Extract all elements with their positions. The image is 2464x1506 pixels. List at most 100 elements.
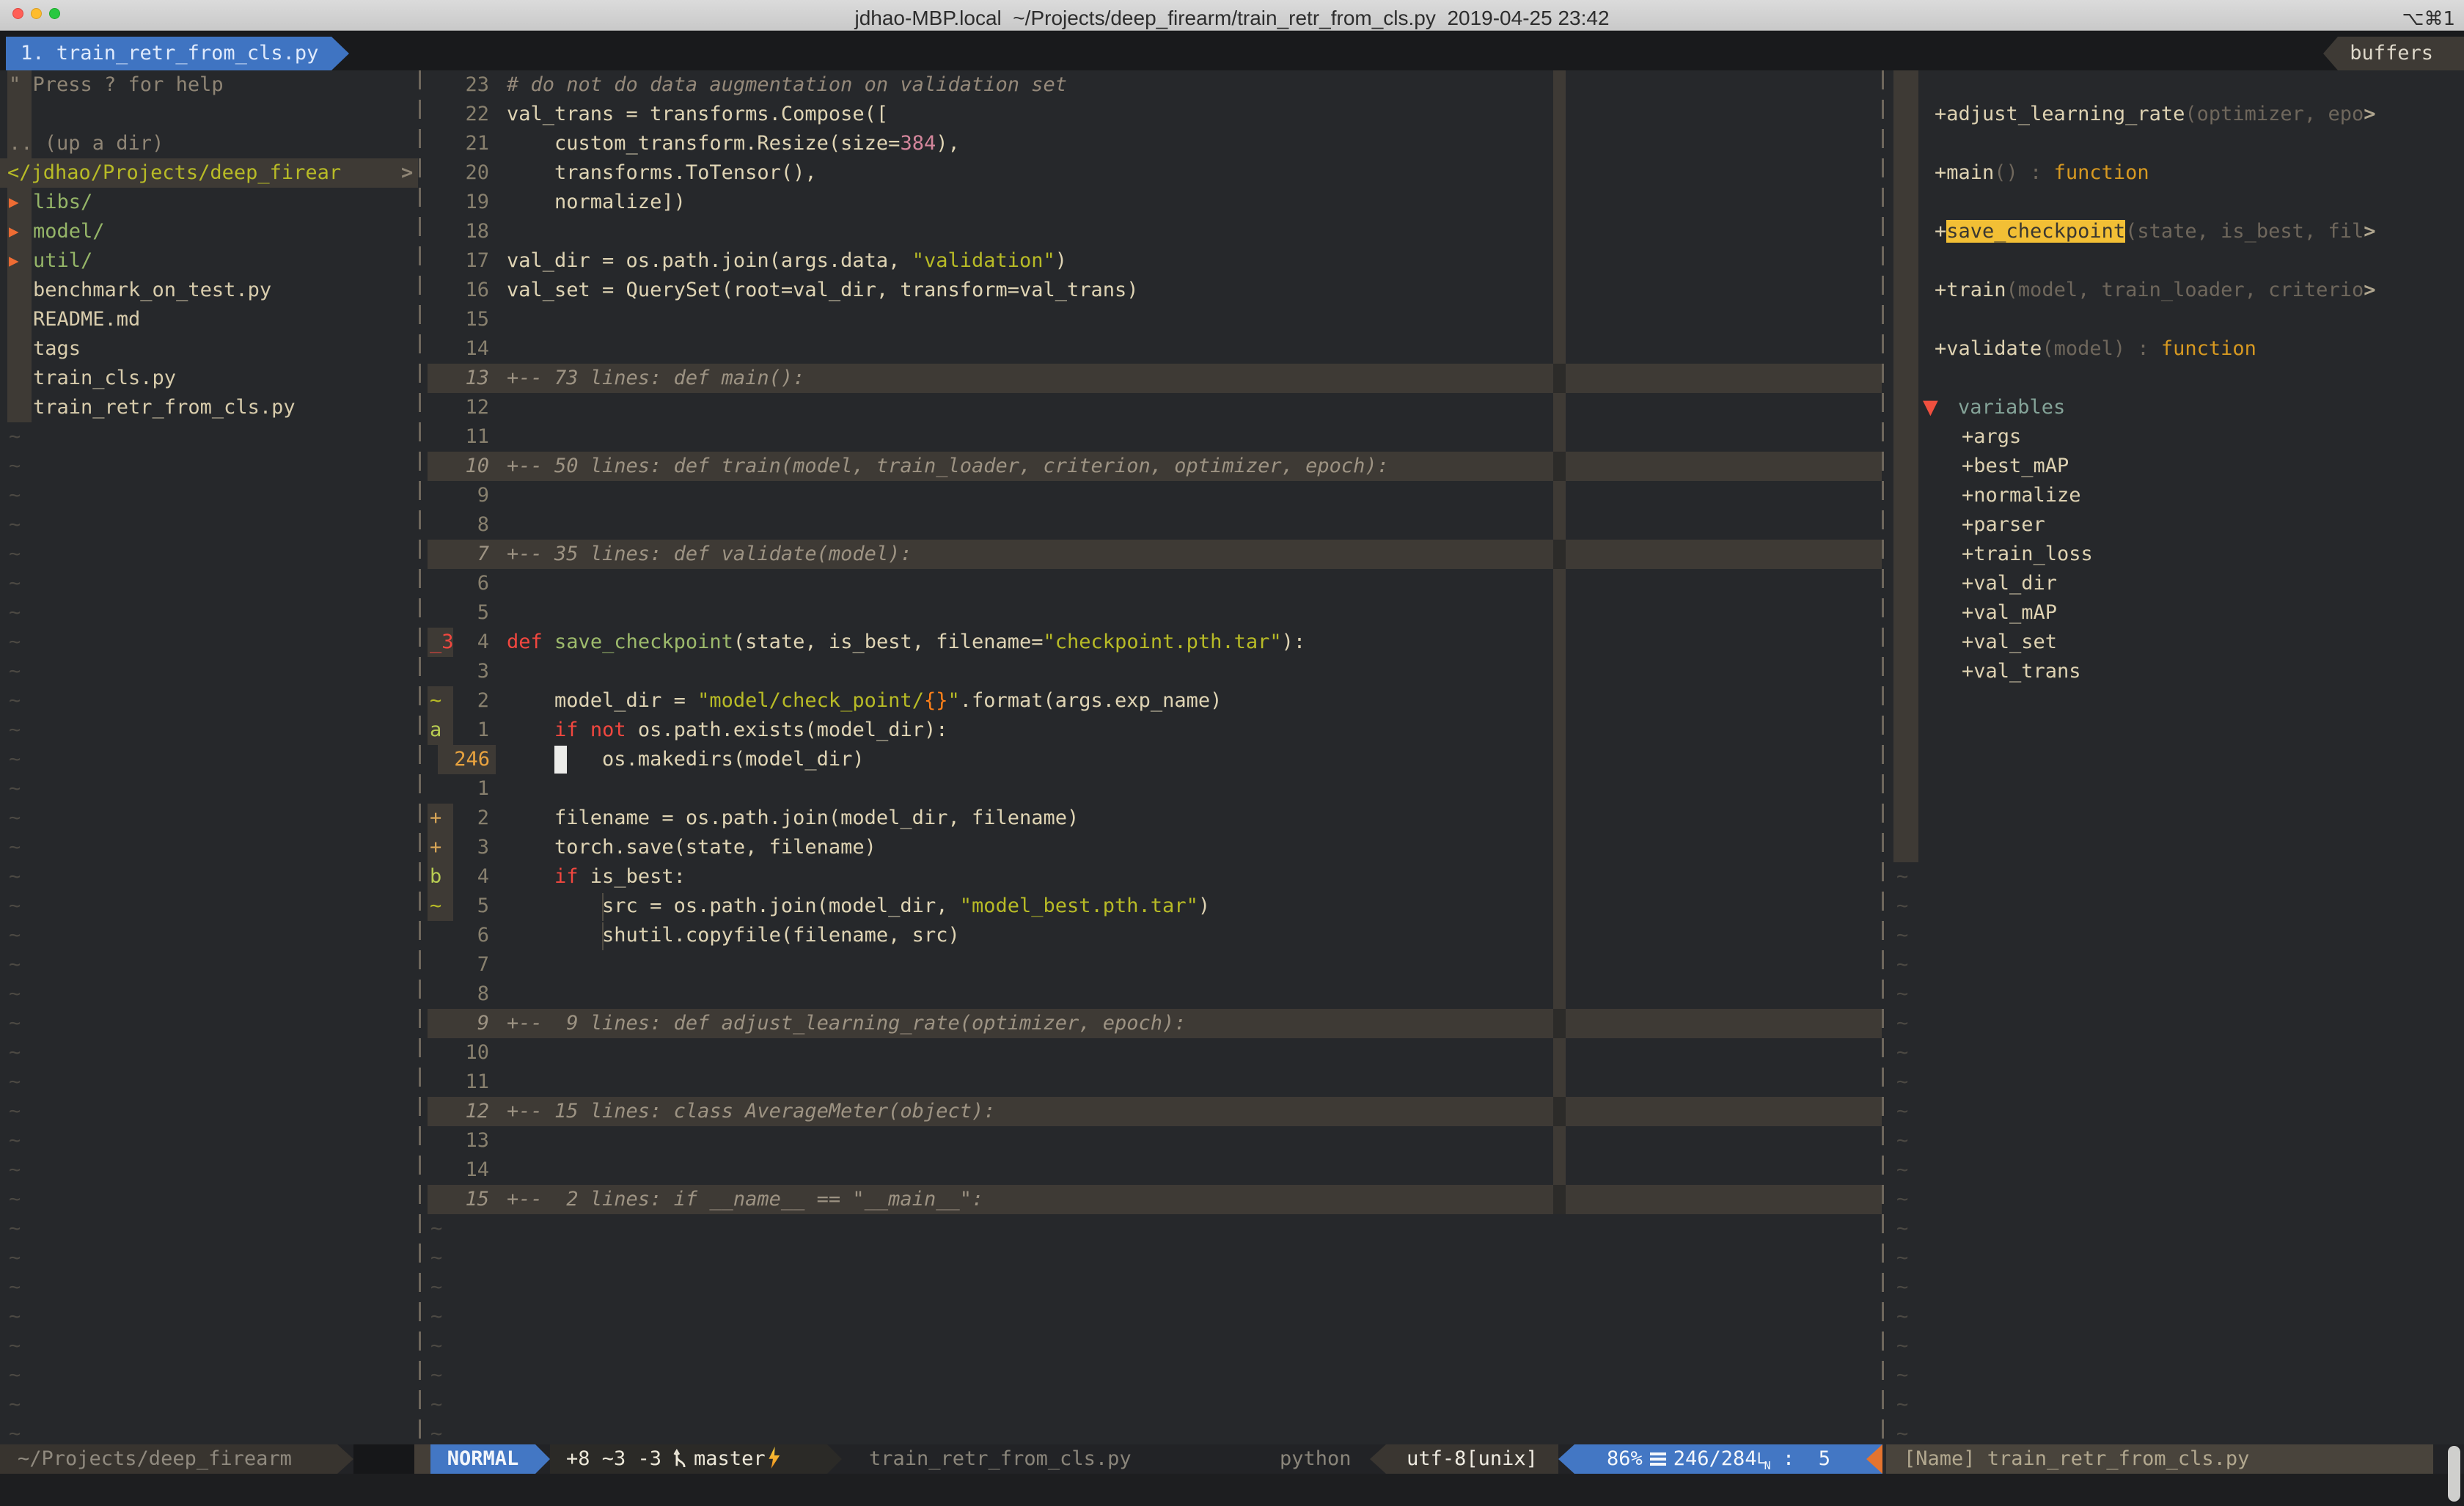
nerdtree-status-path: ~/Projects/deep_firearm [0, 1444, 337, 1474]
code-line[interactable]: 20 transforms.ToTensor(), [428, 158, 1882, 188]
dirty-flag-icon [767, 1447, 782, 1469]
editor-pane[interactable]: 23# do not do data augmentation on valid… [428, 70, 1882, 1444]
code-line[interactable]: 8 [428, 510, 1882, 540]
code-line[interactable]: 18 [428, 217, 1882, 246]
code-text: normalize]) [507, 188, 686, 217]
tagbar-blank-line [1891, 246, 2464, 276]
code-line[interactable]: ~5 src = os.path.join(model_dir, "model_… [428, 892, 1882, 921]
empty-line-marker: ~ [0, 540, 418, 569]
tagbar-variable-item[interactable]: +val_dir [1891, 569, 2464, 598]
code-line[interactable]: 13 [428, 1126, 1882, 1156]
chevron-right-icon[interactable]: ▸ [9, 246, 19, 276]
vim-command-line [0, 1474, 2464, 1506]
tilde-icon: ~ [430, 1244, 442, 1273]
folded-code-line[interactable]: 9+-- 9 lines: def adjust_learning_rate(o… [428, 1009, 1882, 1038]
tagbar-variable-item[interactable]: +normalize [1891, 481, 2464, 510]
fold-open-triangle-icon[interactable]: ▼ [1923, 393, 1938, 422]
code-line[interactable]: 3 [428, 657, 1882, 686]
tagbar-variable-item[interactable]: +parser [1891, 510, 2464, 540]
tree-item-root[interactable]: </jdhao/Projects/deep_firear> [0, 158, 418, 188]
window-separator-left[interactable] [419, 70, 421, 1444]
tagbar-function-item[interactable]: +adjust_learning_rate(optimizer, epo> [1891, 100, 2464, 129]
code-line[interactable]: +3 torch.save(state, filename) [428, 833, 1882, 862]
code-line[interactable]: 15 [428, 305, 1882, 334]
code-line[interactable]: 6 [428, 569, 1882, 598]
code-line[interactable]: 8 [428, 980, 1882, 1009]
code-line[interactable]: +2 filename = os.path.join(model_dir, fi… [428, 804, 1882, 833]
powerline-arrow-icon [535, 1444, 550, 1474]
folded-code-line[interactable]: 7+-- 35 lines: def validate(model): [428, 540, 1882, 569]
chevron-right-icon[interactable]: ▸ [9, 217, 19, 246]
tree-item-dir[interactable]: ▸ util/ [0, 246, 418, 276]
line-number: 8 [441, 980, 489, 1009]
tilde-icon: ~ [1896, 1009, 1908, 1038]
scrollbar-thumb[interactable] [2448, 1446, 2460, 1502]
tree-root-path: </jdhao/Projects/deep_firear [7, 158, 341, 188]
tagbar-variable-item[interactable]: +val_trans [1891, 657, 2464, 686]
tagbar-function-item[interactable]: +save_checkpoint(state, is_best, fil> [1891, 217, 2464, 246]
tagbar-variable-item[interactable]: +best_mAP [1891, 452, 2464, 481]
code-line[interactable]: 11 [428, 1068, 1882, 1097]
line-number: 10 [441, 452, 489, 481]
tree-item-file[interactable]: train_retr_from_cls.py [0, 393, 418, 422]
tree-dir-label: util/ [33, 246, 92, 276]
tree-item-file[interactable]: README.md [0, 305, 418, 334]
tilde-icon: ~ [430, 1419, 442, 1444]
folded-code-line[interactable]: 10+-- 50 lines: def train(model, train_l… [428, 452, 1882, 481]
empty-line-marker: ~ [0, 1038, 418, 1068]
tilde-icon: ~ [9, 774, 21, 804]
code-line[interactable]: 11 [428, 422, 1882, 452]
tree-item-file[interactable]: train_cls.py [0, 364, 418, 393]
code-line[interactable]: 14 [428, 1156, 1882, 1185]
tagbar-function-item[interactable]: +validate(model) : function [1891, 334, 2464, 364]
folded-code-line[interactable]: 15+-- 2 lines: if __name__ == "__main__"… [428, 1185, 1882, 1214]
code-text: +-- 9 lines: def adjust_learning_rate(op… [507, 1009, 1187, 1038]
tagbar-variable-item[interactable]: +val_mAP [1891, 598, 2464, 628]
code-line[interactable]: 10 [428, 1038, 1882, 1068]
tagbar-variable-item[interactable]: +val_set [1891, 628, 2464, 657]
tagbar-variable-item[interactable]: +args [1891, 422, 2464, 452]
code-line[interactable]: 7 [428, 950, 1882, 980]
code-line[interactable]: 21 custom_transform.Resize(size=384), [428, 129, 1882, 158]
code-line[interactable]: 12 [428, 393, 1882, 422]
code-line[interactable]: 6 shutil.copyfile(filename, src) [428, 921, 1882, 950]
empty-line-marker: ~ [1891, 1214, 2464, 1244]
code-line[interactable]: 14 [428, 334, 1882, 364]
code-line[interactable]: 22val_trans = transforms.Compose([ [428, 100, 1882, 129]
empty-line-marker: ~ [1891, 1156, 2464, 1185]
tree-item-file[interactable]: tags [0, 334, 418, 364]
tilde-icon: ~ [9, 1390, 21, 1419]
tagbar-function-item[interactable]: +main() : function [1891, 158, 2464, 188]
tree-item-up[interactable]: .. (up a dir) [0, 129, 418, 158]
nerdtree-pane[interactable]: " Press ? for help.. (up a dir)</jdhao/P… [0, 70, 418, 1444]
code-line[interactable]: 246 os.makedirs(model_dir) [428, 745, 1882, 774]
chevron-right-icon[interactable]: ▸ [9, 188, 19, 217]
tagbar-kind-header[interactable]: ▼variables [1891, 393, 2464, 422]
code-line[interactable]: _34def save_checkpoint(state, is_best, f… [428, 628, 1882, 657]
tagbar-function-item[interactable]: +train(model, train_loader, criterio> [1891, 276, 2464, 305]
code-line[interactable]: 17val_dir = os.path.join(args.data, "val… [428, 246, 1882, 276]
code-line[interactable]: 9 [428, 481, 1882, 510]
folded-code-line[interactable]: 12+-- 15 lines: class AverageMeter(objec… [428, 1097, 1882, 1126]
buffers-label[interactable]: buffers [2338, 37, 2464, 70]
window-separator-right[interactable] [1882, 70, 1884, 1444]
tree-item-dir[interactable]: ▸libs/ [0, 188, 418, 217]
tagbar-pane[interactable]: +adjust_learning_rate(optimizer, epo> +ma… [1891, 70, 2464, 1444]
code-line[interactable]: 16val_set = QuerySet(root=val_dir, trans… [428, 276, 1882, 305]
empty-line-marker: ~ [1891, 921, 2464, 950]
code-line[interactable]: 19 normalize]) [428, 188, 1882, 217]
code-line[interactable]: a1 if not os.path.exists(model_dir): [428, 716, 1882, 745]
code-line[interactable]: 1 [428, 774, 1882, 804]
folded-code-line[interactable]: 13+-- 73 lines: def main(): [428, 364, 1882, 393]
code-line[interactable]: 23# do not do data augmentation on valid… [428, 70, 1882, 100]
tree-item-file[interactable]: benchmark_on_test.py [0, 276, 418, 305]
code-line[interactable]: b4 if is_best: [428, 862, 1882, 892]
tagbar-variable-item[interactable]: +train_loss [1891, 540, 2464, 569]
tree-item-dir[interactable]: ▸model/ [0, 217, 418, 246]
tab-train-retr-from-cls[interactable]: 1. train_retr_from_cls.py [6, 37, 331, 70]
code-line[interactable]: ~2 model_dir = "model/check_point/{}".fo… [428, 686, 1882, 716]
line-number: 3 [441, 657, 489, 686]
tagbar-tag-label: +validate(model) : function [1935, 334, 2256, 364]
code-line[interactable]: 5 [428, 598, 1882, 628]
truncation-marker-icon: > [2364, 220, 2375, 243]
